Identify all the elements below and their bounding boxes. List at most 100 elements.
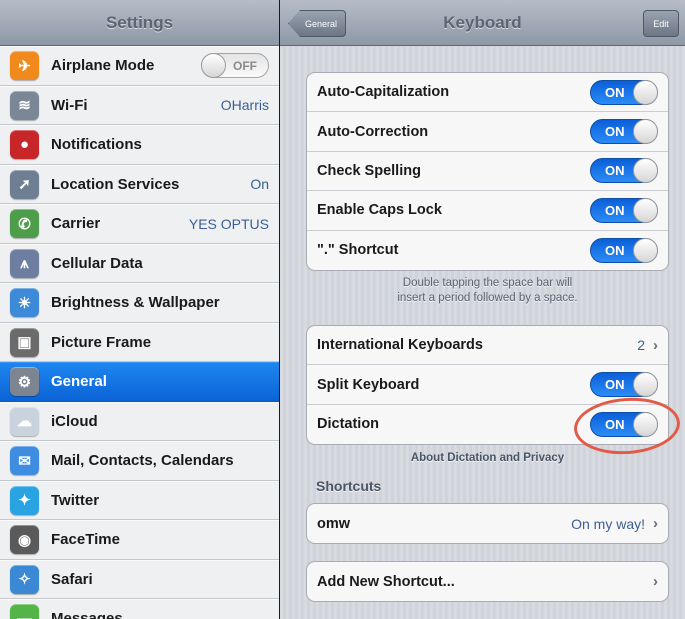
setting-row-international-keyboards[interactable]: International Keyboards 2 › (307, 326, 668, 366)
sidebar-item-label: Safari (51, 570, 93, 588)
auto-correction-toggle[interactable]: ON (590, 119, 658, 145)
sidebar-item-mail-contacts-calendars[interactable]: ✉ Mail, Contacts, Calendars (0, 441, 279, 481)
keyboard-title: Keyboard (443, 12, 522, 32)
brightness-icon: ☀ (10, 288, 39, 318)
mail-icon: ✉ (10, 446, 39, 476)
phone-icon: ✆ (10, 209, 39, 239)
toggle-knob (633, 158, 658, 184)
sidebar-item-label: Brightness & Wallpaper (51, 294, 220, 312)
toggle-knob (633, 237, 658, 263)
check-spelling-toggle[interactable]: ON (590, 158, 658, 184)
setting-label: Enable Caps Lock (317, 202, 442, 219)
sidebar-item-label: General (51, 373, 107, 391)
safari-compass-icon: ✧ (10, 564, 39, 594)
cellular-icon: ⩚ (10, 248, 39, 278)
back-button-general[interactable]: General (288, 10, 346, 37)
chevron-right-icon: › (653, 515, 658, 533)
period-shortcut-footnote: Double tapping the space bar will insert… (306, 276, 669, 306)
sidebar-item-label: Picture Frame (51, 333, 152, 351)
sidebar-item-value: On (250, 176, 269, 193)
setting-row-auto-correction: Auto-Correction ON (307, 112, 668, 152)
messages-icon: ▬ (10, 604, 39, 619)
add-new-shortcut-row[interactable]: Add New Shortcut... › (307, 562, 668, 601)
picture-frame-icon: ▣ (10, 327, 39, 357)
setting-row-enable-caps-lock: Enable Caps Lock ON (307, 191, 668, 231)
setting-label: Split Keyboard (317, 376, 420, 393)
add-shortcut-group: Add New Shortcut... › (306, 561, 669, 603)
sidebar-item-location-services[interactable]: ➚ Location Services On (0, 164, 279, 204)
edit-button[interactable]: Edit (643, 10, 679, 37)
sidebar-item-value: YES OPTUS (188, 215, 269, 232)
sidebar-item-facetime[interactable]: ◉ FaceTime (0, 520, 279, 560)
setting-row-check-spelling: Check Spelling ON (307, 152, 668, 192)
setting-label: "." Shortcut (317, 242, 399, 259)
sidebar-item-label: Cellular Data (51, 254, 143, 272)
toggle-text: ON (605, 124, 625, 140)
sidebar-item-icloud[interactable]: ☁ iCloud (0, 401, 279, 441)
footnote-line-1: Double tapping the space bar will (402, 277, 573, 289)
sidebar-item-label: Notifications (51, 136, 142, 154)
sidebar-item-label: iCloud (51, 412, 98, 430)
sidebar-item-label: Mail, Contacts, Calendars (51, 452, 234, 470)
settings-title: Settings (105, 12, 174, 32)
footnote-line-2: insert a period followed by a space. (397, 292, 578, 304)
sidebar-item-value: OHarris (220, 97, 269, 114)
setting-label: Auto-Correction (317, 123, 429, 140)
gear-icon: ⚙ (10, 367, 39, 397)
shortcut-row-omw[interactable]: omw On my way! › (307, 504, 668, 543)
sidebar-item-twitter[interactable]: ✦ Twitter (0, 480, 279, 520)
sidebar-item-messages[interactable]: ▬ Messages (0, 599, 279, 619)
toggle-knob (633, 79, 658, 105)
chevron-right-icon: › (653, 573, 658, 591)
chevron-right-icon: › (653, 336, 658, 354)
airplane-mode-toggle[interactable]: OFF (201, 53, 269, 79)
sidebar-item-label: Carrier (51, 215, 101, 233)
sidebar-item-safari[interactable]: ✧ Safari (0, 559, 279, 599)
sidebar-item-picture-frame[interactable]: ▣ Picture Frame (0, 322, 279, 362)
sidebar-item-label: Wi-Fi (51, 96, 88, 114)
sidebar-item-airplane-mode[interactable]: ✈ Airplane Mode OFF (0, 46, 279, 86)
toggle-text: OFF (233, 58, 257, 73)
sidebar-item-label: Location Services (51, 175, 180, 193)
sidebar-item-general[interactable]: ⚙ General (0, 362, 279, 402)
keyboard-navbar: General Keyboard Edit (280, 0, 685, 46)
setting-row-auto-capitalization: Auto-Capitalization ON (307, 73, 668, 113)
auto-capitalization-toggle[interactable]: ON (590, 79, 658, 105)
facetime-icon: ◉ (10, 525, 39, 555)
setting-label: Check Spelling (317, 162, 421, 179)
toggle-text: ON (605, 163, 625, 179)
airplane-icon: ✈ (10, 51, 39, 81)
toggle-knob (633, 119, 658, 145)
sidebar-item-label: FaceTime (51, 531, 120, 549)
split-keyboard-toggle[interactable]: ON (590, 372, 658, 398)
sidebar-item-notifications[interactable]: ● Notifications (0, 125, 279, 165)
toggle-text: ON (605, 202, 625, 218)
twitter-bird-icon: ✦ (10, 485, 39, 515)
settings-list: ✈ Airplane Mode OFF ≋ Wi-Fi OHarris ● Notificat… (0, 46, 279, 619)
notifications-icon: ● (10, 130, 39, 160)
cloud-icon: ☁ (10, 406, 39, 436)
location-icon: ➚ (10, 169, 39, 199)
enable-caps-lock-toggle[interactable]: ON (590, 197, 658, 223)
shortcut-expansion: On my way! (571, 515, 645, 532)
shortcuts-group: omw On my way! › (306, 503, 669, 545)
toggle-knob (633, 197, 658, 223)
sidebar-item-brightness-wallpaper[interactable]: ☀ Brightness & Wallpaper (0, 283, 279, 323)
setting-label: Dictation (317, 416, 380, 433)
add-new-shortcut-label: Add New Shortcut... (317, 573, 455, 590)
sidebar-item-label: Messages (51, 610, 123, 619)
shortcut-toggle[interactable]: ON (590, 237, 658, 263)
shortcuts-header: Shortcuts (316, 478, 382, 494)
sidebar-item-cellular-data[interactable]: ⩚ Cellular Data (0, 243, 279, 283)
toggle-text: ON (605, 242, 625, 258)
setting-label: Auto-Capitalization (317, 84, 450, 101)
settings-sidebar: Settings ✈ Airplane Mode OFF ≋ Wi-Fi OHarris ●… (0, 0, 279, 619)
sidebar-item-label: Twitter (51, 491, 100, 509)
toggle-knob (633, 372, 658, 398)
sidebar-item-wi-fi[interactable]: ≋ Wi-Fi OHarris (0, 85, 279, 125)
setting-label: International Keyboards (317, 337, 483, 354)
sidebar-item-label: Airplane Mode (51, 57, 155, 75)
toggle-text: ON (605, 84, 625, 100)
setting-row-shortcut: "." Shortcut ON (307, 231, 668, 270)
sidebar-item-carrier[interactable]: ✆ Carrier YES OPTUS (0, 204, 279, 244)
